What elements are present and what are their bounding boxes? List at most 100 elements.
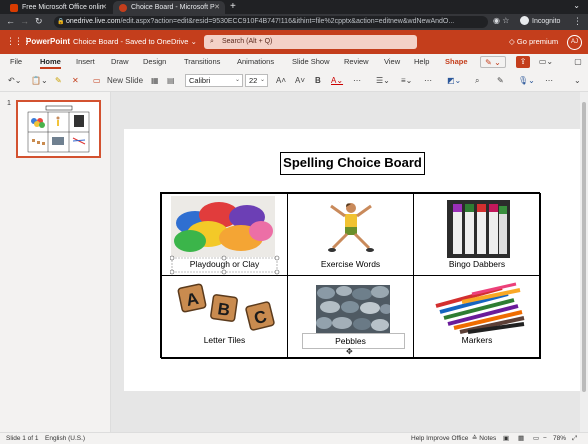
markers-image[interactable] — [432, 282, 526, 334]
browser-tab-office[interactable]: Free Microsoft Office onlin ✕ — [4, 1, 112, 14]
tab-help[interactable]: Help — [414, 57, 429, 66]
tab-slide-show[interactable]: Slide Show — [292, 57, 330, 66]
incognito-indicator[interactable]: Incognito — [520, 16, 560, 28]
document-title-text: Choice Board - Saved to OneDrive — [73, 37, 189, 46]
choice-board-table[interactable]: Playdough or Clay Exercise Words Bingo D… — [160, 192, 541, 359]
tab-shape[interactable]: Shape — [445, 57, 468, 66]
letter-tiles-image[interactable]: A B C — [170, 282, 282, 338]
search-input[interactable]: ⌕ Search (Alt + Q) — [204, 35, 417, 49]
zoom-level[interactable]: 78% — [553, 433, 566, 444]
forward-icon[interactable]: → — [20, 16, 29, 26]
align-icon[interactable]: ≡⌄ — [401, 75, 412, 87]
more-paragraph-icon[interactable]: ⋯ — [424, 75, 432, 87]
reset-icon[interactable]: ▤ — [167, 75, 175, 87]
cell-label[interactable]: Bingo Dabbers — [414, 259, 540, 269]
tab-home[interactable]: Home — [40, 57, 61, 69]
undo-icon[interactable]: ↶⌄ — [8, 75, 21, 87]
delete-icon[interactable]: ✕ — [72, 75, 79, 87]
font-color-icon[interactable]: A⌄ — [331, 75, 343, 87]
tab-review[interactable]: Review — [344, 57, 369, 66]
pebbles-image[interactable] — [316, 285, 390, 333]
address-bar-row: ← → ↻ 🔒 onedrive.live.com/edit.aspx?acti… — [0, 14, 588, 30]
scrollbar-thumb[interactable] — [582, 102, 586, 392]
go-premium-label: Go premium — [516, 37, 559, 46]
present-icon[interactable]: ▭⌄ — [536, 56, 556, 68]
avatar[interactable]: AJ — [567, 35, 582, 50]
cell-bingo-dabbers[interactable]: Bingo Dabbers — [413, 193, 541, 276]
cell-label[interactable]: Pebbles — [288, 336, 413, 346]
language[interactable]: English (U.S.) — [45, 433, 85, 444]
slide-sorter-icon[interactable]: ▦ — [518, 433, 524, 444]
more-font-icon[interactable]: ⋯ — [353, 75, 361, 87]
normal-view-icon[interactable]: ▣ — [503, 433, 509, 444]
browser-tab-choice-board[interactable]: Choice Board - Microsoft P ✕ — [113, 1, 225, 14]
selection-handles[interactable] — [170, 254, 280, 276]
decrease-font-icon[interactable]: A˅ — [295, 75, 305, 87]
font-size-select[interactable]: 22 ⌄ — [245, 74, 268, 87]
font-name-select[interactable]: Calibri ⌄ — [185, 74, 243, 87]
layout-icon[interactable]: ▦ — [151, 75, 159, 87]
slide-number: 1 — [7, 100, 11, 107]
comments-icon[interactable]: ▢ — [572, 56, 584, 68]
cell-pebbles[interactable]: Pebbles ✥ — [287, 275, 414, 359]
tab-animations[interactable]: Animations — [237, 57, 274, 66]
cell-playdough[interactable]: Playdough or Clay — [161, 193, 288, 276]
tab-insert[interactable]: Insert — [76, 57, 95, 66]
search-placeholder: Search (Alt + Q) — [222, 38, 273, 45]
format-painter-icon[interactable]: ✎ — [55, 75, 62, 87]
document-title[interactable]: Choice Board - Saved to OneDrive ⌄ — [73, 37, 197, 46]
shapes-icon[interactable]: ◩⌄ — [447, 75, 461, 87]
bullets-icon[interactable]: ☰⌄ — [376, 75, 390, 87]
app-name[interactable]: PowerPoint — [26, 37, 70, 46]
reading-view-icon[interactable]: ▭ — [533, 433, 539, 444]
slide-title[interactable]: Spelling Choice Board — [280, 152, 425, 175]
share-icon[interactable]: ⇪ — [516, 56, 530, 68]
url-field[interactable]: 🔒 onedrive.live.com/edit.aspx?action=edi… — [54, 16, 488, 28]
powerpoint-favicon-icon — [119, 4, 127, 12]
cell-label[interactable]: Letter Tiles — [162, 335, 287, 345]
cell-label[interactable]: Exercise Words — [288, 259, 413, 269]
new-tab-button[interactable]: + — [230, 1, 236, 12]
tab-design[interactable]: Design — [143, 57, 166, 66]
designer-icon[interactable]: ✎ — [497, 75, 504, 87]
editing-mode-button[interactable]: ✎ ⌄ — [480, 56, 506, 68]
eye-off-icon[interactable]: ◉ ☆ — [493, 16, 509, 25]
slide[interactable]: Spelling Choice Board Playdough or Clay — [124, 129, 580, 391]
browser-menu-icon[interactable]: ⋮ — [573, 16, 582, 27]
increase-font-icon[interactable]: A˄ — [276, 75, 286, 87]
tab-search-icon[interactable]: ⌄ — [573, 1, 580, 10]
cell-markers[interactable]: Markers — [413, 275, 541, 359]
fit-slide-icon[interactable]: ⤢ — [572, 433, 577, 444]
zoom-out-icon[interactable]: − — [543, 433, 547, 444]
move-cursor-icon: ✥ — [346, 347, 353, 356]
bold-icon[interactable]: B — [315, 75, 321, 87]
cell-exercise[interactable]: Exercise Words — [287, 193, 414, 276]
bingo-dabbers-image[interactable] — [447, 200, 510, 258]
jumping-boy-image[interactable] — [325, 200, 377, 256]
tab-file[interactable]: File — [10, 57, 22, 66]
new-slide-button[interactable]: New Slide — [107, 75, 143, 87]
collapse-ribbon-icon[interactable]: ⌄ — [574, 75, 581, 87]
search-icon: ⌕ — [210, 38, 214, 45]
help-improve-office[interactable]: Help Improve Office — [411, 433, 468, 444]
dictate-icon[interactable]: 🎙⌄ — [518, 75, 535, 87]
paste-icon[interactable]: 📋⌄ — [31, 75, 48, 87]
cell-label[interactable]: Markers — [414, 335, 540, 345]
tab-view[interactable]: View — [384, 57, 400, 66]
tab-transitions[interactable]: Transitions — [184, 57, 220, 66]
arrange-icon[interactable]: ⌕ — [475, 75, 479, 87]
vertical-scrollbar[interactable] — [580, 92, 588, 432]
playdough-image[interactable] — [171, 196, 275, 257]
tab-draw[interactable]: Draw — [111, 57, 129, 66]
new-slide-icon[interactable]: ▭ — [93, 75, 101, 87]
close-tab-icon[interactable]: ✕ — [214, 1, 220, 14]
notes-button[interactable]: ≙ Notes — [472, 433, 496, 444]
slide-thumbnail[interactable] — [16, 100, 101, 158]
back-icon[interactable]: ← — [6, 16, 15, 26]
go-premium-button[interactable]: ◇ Go premium — [509, 37, 558, 46]
more-options-icon[interactable]: ⋯ — [545, 75, 553, 87]
ribbon-tabs: File Home Insert Draw Design Transitions… — [0, 54, 588, 70]
cell-letter-tiles[interactable]: A B C Letter Tiles — [161, 275, 288, 359]
close-tab-icon[interactable]: ✕ — [101, 1, 107, 14]
reload-icon[interactable]: ↻ — [35, 16, 43, 27]
